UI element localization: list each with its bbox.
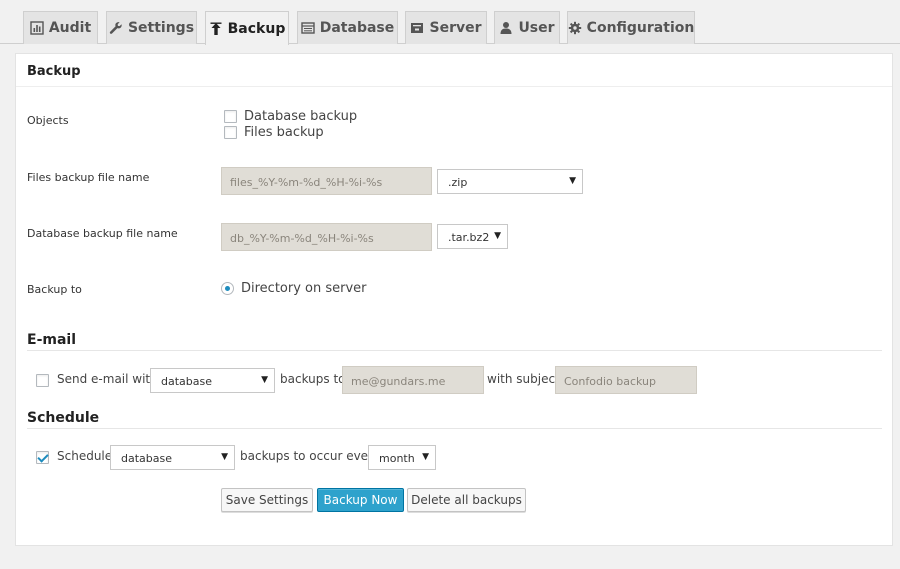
- chevron-down-icon: ▼: [221, 452, 228, 462]
- chevron-down-icon: ▼: [261, 375, 268, 385]
- email-address-input[interactable]: me@gundars.me: [342, 366, 484, 394]
- email-type-select[interactable]: database ▼: [150, 368, 275, 393]
- tab-server[interactable]: Server: [405, 11, 487, 44]
- backup-panel: Backup Objects Database backup Files bac…: [15, 53, 893, 546]
- occur-every-label: backups to occur every: [240, 449, 381, 463]
- chevron-down-icon: ▼: [422, 452, 429, 462]
- files-ext-select[interactable]: .zip ▼: [437, 169, 583, 194]
- tab-bar: Audit Settings Backup Database Server Us…: [0, 0, 900, 45]
- schedule-section-title: Schedule: [27, 410, 100, 426]
- email-section-title: E-mail: [27, 332, 77, 348]
- with-subject-label: with subject: [487, 372, 560, 386]
- email-divider: [27, 350, 882, 351]
- delete-all-backups-button[interactable]: Delete all backups: [407, 488, 526, 512]
- files-name-label: Files backup file name: [27, 171, 150, 184]
- schedule-type-select[interactable]: database ▼: [110, 445, 235, 470]
- email-subject-input[interactable]: Confodio backup: [555, 366, 697, 394]
- tab-audit[interactable]: Audit: [23, 11, 98, 44]
- directory-on-server-radio[interactable]: [221, 282, 234, 295]
- upload-arrow-icon: [209, 22, 223, 36]
- schedule-period-select[interactable]: month ▼: [368, 445, 436, 470]
- directory-on-server-label: Directory on server: [241, 281, 367, 296]
- files-backup-label: Files backup: [244, 125, 324, 140]
- objects-label: Objects: [27, 114, 69, 127]
- db-name-input[interactable]: db_%Y-%m-%d_%H-%i-%s: [221, 223, 432, 251]
- wrench-icon: [109, 21, 123, 35]
- panel-title: Backup: [16, 54, 892, 87]
- gear-icon: [568, 21, 582, 35]
- tab-database[interactable]: Database: [297, 11, 398, 44]
- tab-backup[interactable]: Backup: [205, 11, 289, 45]
- backups-to-label: backups to: [280, 372, 346, 386]
- save-settings-button[interactable]: Save Settings: [221, 488, 313, 512]
- schedule-divider: [27, 428, 882, 429]
- user-icon: [499, 21, 513, 35]
- bar-chart-icon: [30, 21, 44, 35]
- backup-now-button[interactable]: Backup Now: [317, 488, 404, 512]
- send-email-checkbox[interactable]: [36, 374, 49, 387]
- schedule-label: Schedule: [57, 449, 113, 463]
- chevron-down-icon: ▼: [494, 231, 501, 241]
- backup-to-label: Backup to: [27, 283, 82, 296]
- database-backup-checkbox[interactable]: [224, 110, 237, 123]
- server-icon: [410, 21, 424, 35]
- tab-configuration[interactable]: Configuration: [567, 11, 695, 44]
- send-email-label: Send e-mail with: [57, 372, 158, 386]
- tab-user[interactable]: User: [494, 11, 560, 44]
- tab-settings[interactable]: Settings: [106, 11, 197, 44]
- db-ext-select[interactable]: .tar.bz2 ▼: [437, 224, 508, 249]
- files-name-input[interactable]: files_%Y-%m-%d_%H-%i-%s: [221, 167, 432, 195]
- files-backup-checkbox[interactable]: [224, 126, 237, 139]
- schedule-checkbox[interactable]: [36, 451, 49, 464]
- db-name-label: Database backup file name: [27, 227, 178, 240]
- database-backup-label: Database backup: [244, 109, 358, 124]
- chevron-down-icon: ▼: [569, 176, 576, 186]
- table-icon: [301, 21, 315, 35]
